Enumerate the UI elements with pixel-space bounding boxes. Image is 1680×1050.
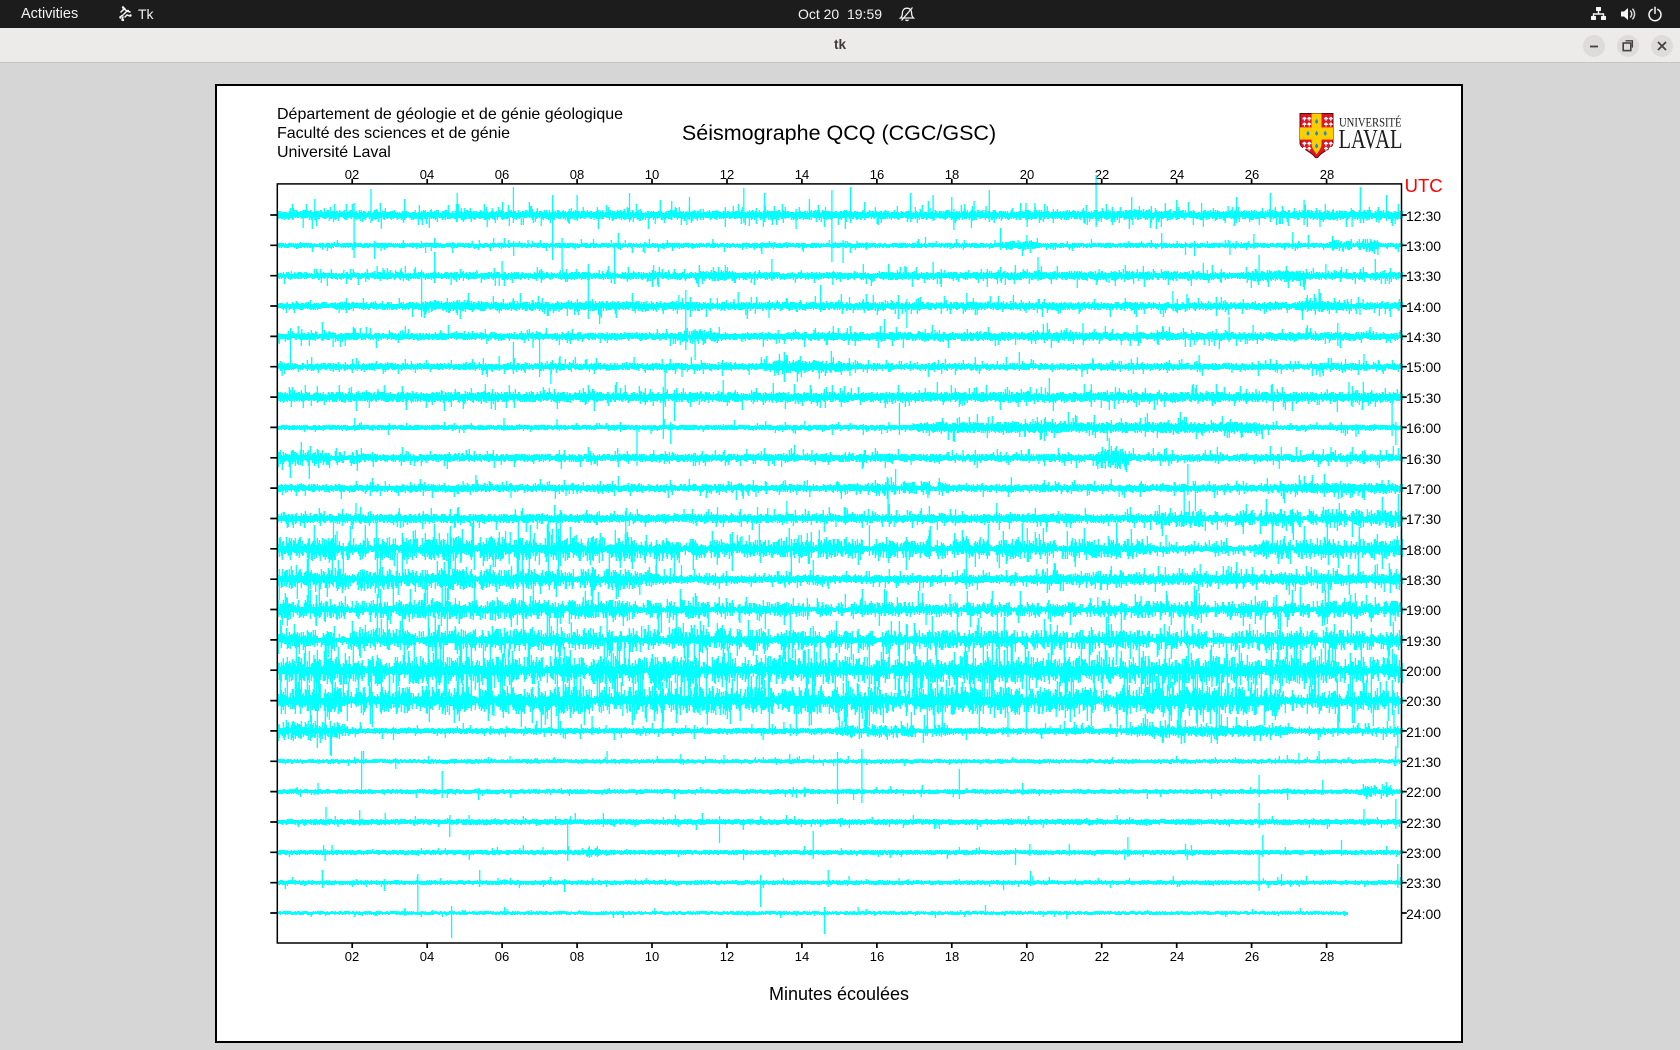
svg-text:LAVAL: LAVAL <box>1339 123 1403 154</box>
